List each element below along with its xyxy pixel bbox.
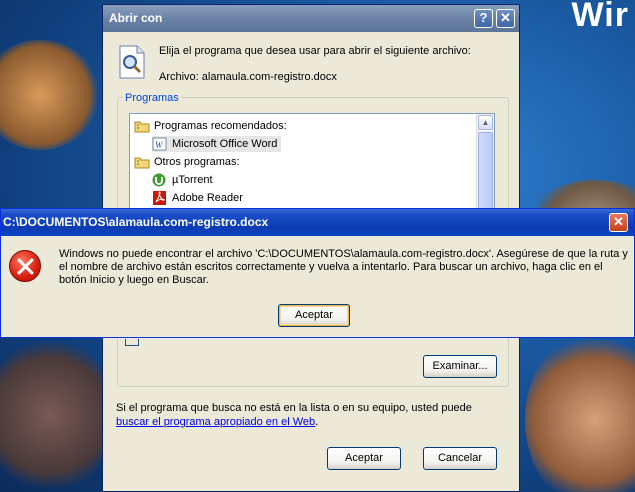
folder-icon <box>134 121 150 133</box>
programs-group-label: Programas <box>123 92 181 104</box>
list-item-adobe-reader[interactable]: Adobe Reader <box>152 190 243 206</box>
error-dialog: C:\DOCUMENTOS\alamaula.com-registro.docx… <box>0 208 635 338</box>
coral-decoration <box>0 40 100 150</box>
adobe-reader-icon <box>153 191 166 206</box>
list-item-utorrent[interactable]: µTorrent <box>152 172 213 188</box>
always-use-checkbox[interactable] <box>125 339 139 346</box>
windows-wordmark: Wir <box>571 0 629 34</box>
help-button[interactable]: ? <box>474 9 493 28</box>
word-icon: W <box>152 137 167 151</box>
help-text: Si el programa que busca no está en la l… <box>116 402 472 428</box>
list-item-word[interactable]: W Microsoft Office Word <box>152 136 282 152</box>
list-header-other: Otros programas: <box>134 154 240 170</box>
browse-button[interactable]: Examinar... <box>423 355 497 378</box>
cancel-button[interactable]: Cancelar <box>423 447 497 470</box>
open-with-title-bar[interactable]: Abrir con ? ✕ <box>103 5 519 32</box>
list-header-recommended: Programas recomendados: <box>134 118 287 134</box>
scroll-up-icon[interactable]: ▲ <box>478 115 493 130</box>
file-name-label: Archivo: alamaula.com-registro.docx <box>159 71 337 83</box>
folder-icon <box>134 157 150 169</box>
error-close-button[interactable]: ✕ <box>609 213 628 232</box>
scroll-thumb[interactable] <box>478 132 493 212</box>
open-with-title: Abrir con <box>109 11 163 25</box>
search-web-link[interactable]: buscar el programa apropiado en el Web <box>116 416 315 428</box>
close-button[interactable]: ✕ <box>496 9 515 28</box>
accept-button[interactable]: Aceptar <box>327 447 401 470</box>
error-title-bar[interactable]: C:\DOCUMENTOS\alamaula.com-registro.docx… <box>1 209 634 236</box>
error-message: Windows no puede encontrar el archivo 'C… <box>59 248 628 286</box>
file-search-icon <box>119 45 145 79</box>
utorrent-icon <box>152 173 166 187</box>
open-with-prompt: Elija el programa que desea usar para ab… <box>159 45 471 57</box>
coral-decoration <box>0 330 110 492</box>
coral-decoration <box>525 330 635 492</box>
error-title: C:\DOCUMENTOS\alamaula.com-registro.docx <box>3 215 269 229</box>
error-icon <box>9 250 41 282</box>
error-ok-button[interactable]: Aceptar <box>278 304 350 327</box>
